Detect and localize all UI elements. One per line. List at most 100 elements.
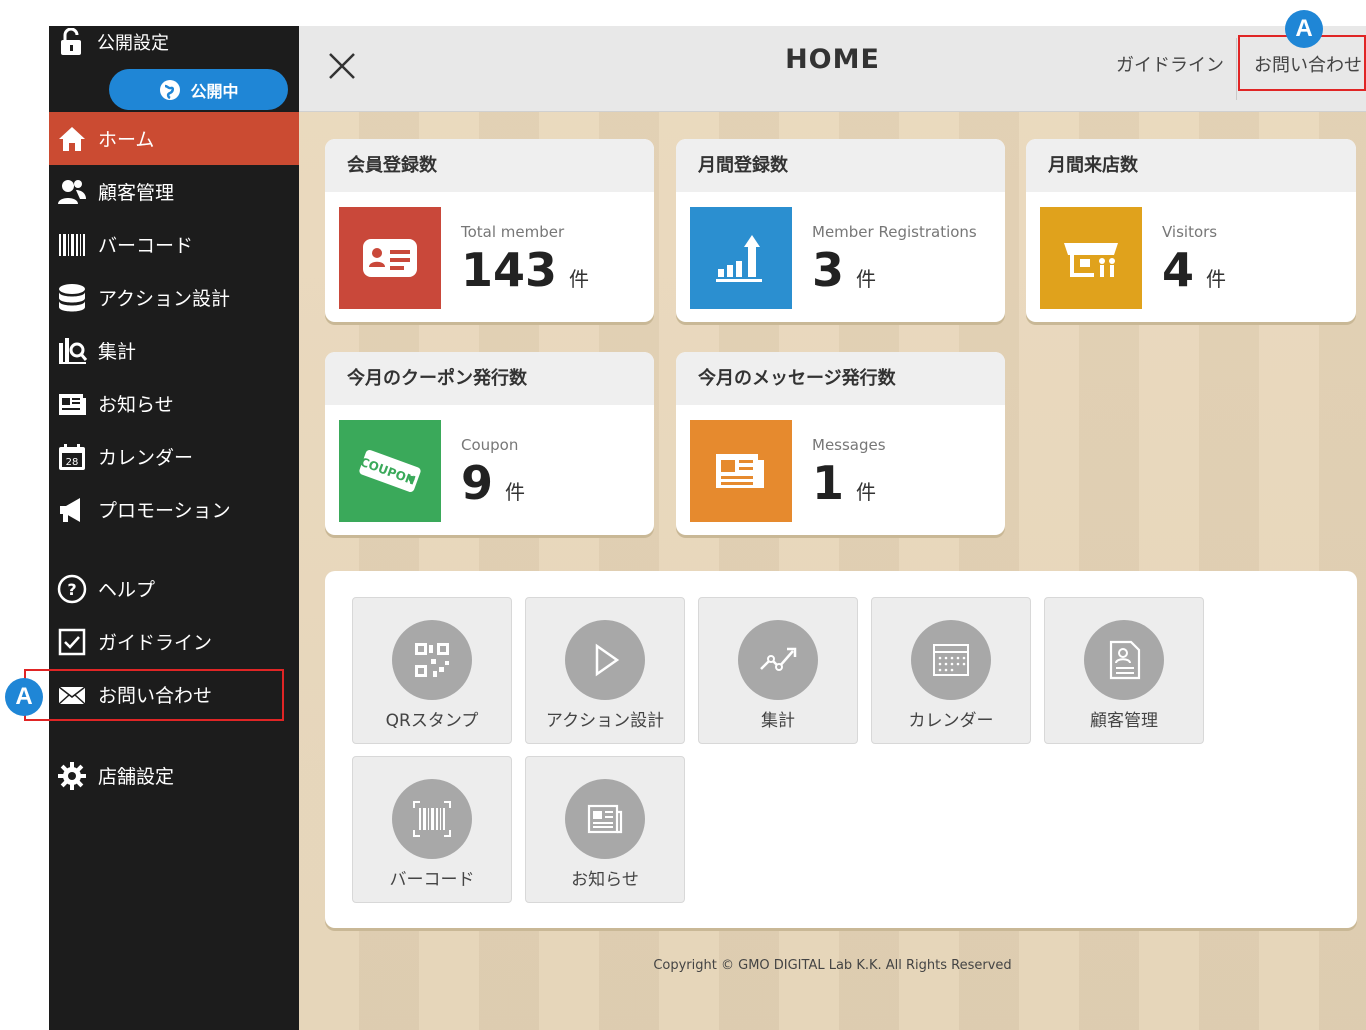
- sidebar-item-label: お知らせ: [98, 394, 174, 416]
- card-title: 会員登録数: [325, 139, 654, 192]
- sidebar-item-calendar[interactable]: 28 カレンダー: [49, 430, 299, 483]
- sidebar-item-action-design[interactable]: アクション設計: [49, 271, 299, 324]
- card-value-row: 3件: [812, 243, 876, 297]
- stat-card-coupons: 今月のクーポン発行数 COUPON Coupon 9件: [325, 352, 654, 535]
- trend-icon: [738, 620, 818, 700]
- check-icon: [55, 625, 89, 659]
- copyright: Copyright © GMO DIGITAL Lab K.K. All Rig…: [653, 958, 1012, 973]
- card-label: Coupon: [461, 436, 519, 454]
- sidebar-item-label: 集計: [98, 341, 137, 363]
- annotation-badge: A: [5, 678, 43, 716]
- app-root: 公開設定 公開中 ホーム 顧客管理 バーコード アクション設計 集計 お知らせ …: [0, 0, 1366, 1030]
- card-value: 4: [1162, 243, 1195, 297]
- tile-news[interactable]: お知らせ: [525, 756, 685, 903]
- stat-card-monthly-registrations: 月間登録数 Member Registrations 3件: [676, 139, 1005, 322]
- sidebar-item-barcode[interactable]: バーコード: [49, 218, 299, 271]
- svg-text:?: ?: [67, 580, 76, 599]
- tile-label: バーコード: [389, 870, 475, 890]
- annotation-badge: A: [1285, 10, 1323, 48]
- guideline-link[interactable]: ガイドライン: [1116, 51, 1224, 77]
- divider: [1236, 38, 1237, 100]
- sidebar-item-guideline[interactable]: ガイドライン: [49, 615, 299, 668]
- stat-card-messages: 今月のメッセージ発行数 Messages 1件: [676, 352, 1005, 535]
- calendar-icon: 28: [55, 440, 89, 474]
- member-card-icon: [339, 207, 441, 309]
- card-value-row: 1件: [812, 456, 876, 510]
- unlock-icon: [61, 28, 81, 55]
- store-icon: [1040, 207, 1142, 309]
- tile-qr-stamp[interactable]: QRスタンプ: [352, 597, 512, 744]
- tile-label: 集計: [761, 711, 795, 731]
- annotation-box-sidebar-contact: [24, 669, 284, 721]
- sidebar-item-label: カレンダー: [98, 447, 194, 469]
- card-unit: 件: [1206, 267, 1227, 291]
- sidebar-item-home[interactable]: ホーム: [49, 112, 299, 165]
- globe-icon: [160, 79, 181, 100]
- tile-label: アクション設計: [545, 711, 665, 731]
- tile-label: カレンダー: [908, 711, 994, 731]
- tile-label: お知らせ: [571, 870, 639, 890]
- card-value-row: 143 件: [461, 243, 589, 297]
- stat-card-total-members: 会員登録数 Total member 143 件: [325, 139, 654, 322]
- sidebar-item-customers[interactable]: 顧客管理: [49, 165, 299, 218]
- sidebar-item-promotion[interactable]: プロモーション: [49, 483, 299, 536]
- play-icon: [565, 620, 645, 700]
- card-value-row: 4件: [1162, 243, 1226, 297]
- svg-text:28: 28: [66, 457, 79, 468]
- message-icon: [690, 420, 792, 522]
- card-value: 1: [812, 456, 845, 510]
- megaphone-icon: [55, 493, 89, 527]
- card-label: Member Registrations: [812, 223, 977, 241]
- sidebar-item-news[interactable]: お知らせ: [49, 377, 299, 430]
- calendar-icon: [911, 620, 991, 700]
- card-value: 9: [461, 456, 494, 510]
- sidebar-item-label: ヘルプ: [98, 579, 156, 601]
- card-unit: 件: [856, 480, 877, 504]
- publish-status-button[interactable]: 公開中: [109, 69, 288, 110]
- home-icon: [55, 122, 89, 156]
- tile-label: QRスタンプ: [385, 711, 479, 731]
- publish-setting-row: 公開設定: [49, 26, 169, 58]
- coupon-icon: COUPON: [339, 420, 441, 522]
- qr-icon: [392, 620, 472, 700]
- growth-chart-icon: [690, 207, 792, 309]
- publish-setting-label: 公開設定: [97, 33, 169, 54]
- card-title: 今月のクーポン発行数: [325, 352, 654, 405]
- card-value-row: 9件: [461, 456, 525, 510]
- news-icon: [565, 779, 645, 859]
- customer-doc-icon: [1084, 620, 1164, 700]
- sidebar-item-label: バーコード: [98, 235, 194, 257]
- sidebar-item-label: アクション設計: [98, 288, 231, 310]
- card-title: 月間来店数: [1026, 139, 1356, 192]
- sidebar-item-label: 店舗設定: [98, 766, 175, 788]
- tile-analytics[interactable]: 集計: [698, 597, 858, 744]
- card-label: Total member: [461, 223, 565, 241]
- sidebar-item-help[interactable]: ? ヘルプ: [49, 562, 299, 615]
- tile-action-design[interactable]: アクション設計: [525, 597, 685, 744]
- stat-card-monthly-visitors: 月間来店数 Visitors 4件: [1026, 139, 1356, 322]
- database-icon: [55, 281, 89, 315]
- card-label: Messages: [812, 436, 886, 454]
- card-value: 3: [812, 243, 845, 297]
- barcode-icon: [55, 228, 89, 262]
- sidebar-item-label: 顧客管理: [98, 182, 175, 204]
- top-bar: HOME ガイドライン お問い合わせ: [299, 26, 1366, 112]
- card-label: Visitors: [1162, 223, 1218, 241]
- main-content: HOME ガイドライン お問い合わせ 会員登録数 Total member 14…: [299, 26, 1366, 1030]
- tile-label: 顧客管理: [1090, 711, 1158, 731]
- sidebar-item-label: ホーム: [98, 129, 155, 151]
- card-title: 月間登録数: [676, 139, 1005, 192]
- sidebar-item-label: ガイドライン: [98, 632, 213, 654]
- sidebar-item-analytics[interactable]: 集計: [49, 324, 299, 377]
- tile-customer-management[interactable]: 顧客管理: [1044, 597, 1204, 744]
- card-title: 今月のメッセージ発行数: [676, 352, 1005, 405]
- card-unit: 件: [505, 480, 526, 504]
- help-icon: ?: [55, 572, 89, 606]
- chart-search-icon: [55, 334, 89, 368]
- sidebar-item-store-settings[interactable]: 店舗設定: [49, 749, 299, 802]
- tile-calendar[interactable]: カレンダー: [871, 597, 1031, 744]
- card-unit: 件: [856, 267, 877, 291]
- tile-barcode[interactable]: バーコード: [352, 756, 512, 903]
- news-icon: [55, 387, 89, 421]
- card-value: 143: [461, 243, 558, 297]
